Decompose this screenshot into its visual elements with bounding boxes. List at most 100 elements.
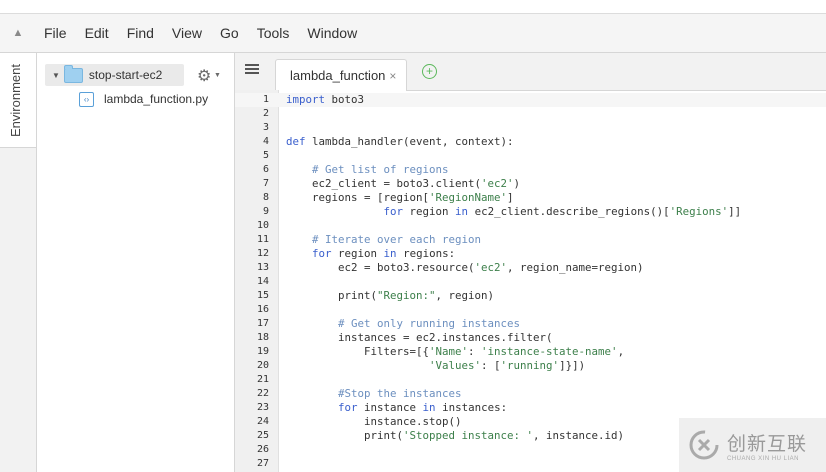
line-code: #Stop the instances (338, 387, 462, 400)
line-number: 11 (256, 234, 269, 245)
code-line[interactable]: 8 regions = [region['RegionName'] (235, 191, 826, 205)
line-code: instances = ec2.instances.filter( (286, 331, 553, 344)
menu-find[interactable]: Find (119, 25, 164, 41)
tab-label: lambda_function (290, 68, 386, 83)
line-number: 12 (256, 248, 269, 259)
line-code: # Iterate over each region (312, 233, 482, 246)
code-line[interactable]: 2 (235, 107, 826, 121)
code-area[interactable]: 1 import boto3 2 3 4 def lambda_handler(event… (235, 90, 826, 472)
line-number: 15 (256, 290, 269, 301)
code-line[interactable]: 14 (235, 275, 826, 289)
watermark-logo: 创新互联 CHUANG XIN HU LIAN (679, 418, 826, 472)
left-panel-bar: Environment (0, 53, 37, 472)
line-number: 4 (262, 136, 269, 147)
line-code: for region in ec2_client.describe_region… (383, 205, 742, 218)
tree-file-item[interactable]: ‹› lambda_function.py (79, 89, 208, 109)
menu-bar: ▲ File Edit Find View Go Tools Window (0, 14, 826, 53)
python-file-icon: ‹› (79, 91, 94, 107)
line-number: 26 (256, 444, 269, 455)
plus-circle-icon[interactable]: + (422, 64, 437, 79)
file-tree: ▼ stop-start-ec2 ⚙ ▼ ‹› lambda_function.… (37, 53, 235, 472)
menu-go[interactable]: Go (212, 25, 249, 41)
line-code: ec2_client = boto3.client('ec2') (286, 177, 521, 190)
code-line[interactable]: 9 for region in ec2_client.describe_regi… (235, 205, 826, 219)
line-code: import boto3 (286, 93, 365, 106)
folder-icon (63, 64, 83, 83)
line-number: 19 (256, 346, 269, 357)
tree-root-label: stop-start-ec2 (88, 68, 163, 82)
line-code: ec2 = boto3.resource('ec2', region_name=… (286, 261, 644, 274)
line-code: # Get list of regions (312, 163, 449, 176)
line-code: print('Stopped instance: ', instance.id) (286, 429, 625, 442)
code-line[interactable]: 15 print("Region:", region) (235, 289, 826, 303)
line-number: 6 (262, 164, 269, 175)
line-code: instance.stop() (286, 415, 462, 428)
code-line[interactable]: 22 #Stop the instances (235, 387, 826, 401)
code-line[interactable]: 11 # Iterate over each region (235, 233, 826, 247)
environment-tab-label: Environment (8, 64, 23, 137)
line-number: 8 (262, 192, 269, 203)
chevron-down-icon[interactable]: ▼ (52, 71, 60, 80)
gear-dropdown-icon[interactable]: ▼ (214, 72, 221, 79)
line-number: 22 (256, 388, 269, 399)
code-line[interactable]: 1 import boto3 (235, 93, 826, 107)
line-number: 14 (256, 276, 269, 287)
code-line[interactable]: 6 # Get list of regions (235, 163, 826, 177)
line-number: 13 (256, 262, 269, 273)
menu-edit[interactable]: Edit (77, 25, 119, 41)
watermark-en-text: CHUANG XIN HU LIAN (727, 455, 800, 462)
code-line[interactable]: 21 (235, 373, 826, 387)
tabs-list-icon[interactable] (245, 64, 259, 76)
line-code: for region in regions: (312, 247, 456, 260)
code-line[interactable]: 13 ec2 = boto3.resource('ec2', region_na… (235, 261, 826, 275)
triangle-up-icon[interactable]: ▲ (0, 27, 36, 39)
code-line[interactable]: 12 for region in regions: (235, 247, 826, 261)
tree-root-folder[interactable]: ▼ stop-start-ec2 (45, 64, 184, 86)
tab-lambda-function[interactable]: lambda_function × (275, 59, 407, 91)
code-line[interactable]: 16 (235, 303, 826, 317)
line-code: for instance in instances: (338, 401, 508, 414)
line-number: 21 (256, 374, 269, 385)
line-number: 9 (262, 206, 269, 217)
code-line[interactable]: 7 ec2_client = boto3.client('ec2') (235, 177, 826, 191)
code-line[interactable]: 3 (235, 121, 826, 135)
menu-file[interactable]: File (36, 25, 77, 41)
code-line[interactable]: 10 (235, 219, 826, 233)
line-number: 5 (262, 150, 269, 161)
line-number: 1 (262, 94, 269, 105)
menu-tools[interactable]: Tools (249, 25, 300, 41)
code-line[interactable]: 19 Filters=[{'Name': 'instance-state-nam… (235, 345, 826, 359)
line-number: 10 (256, 220, 269, 231)
line-number: 3 (262, 122, 269, 133)
line-number: 23 (256, 402, 269, 413)
environment-tab[interactable]: Environment (0, 53, 36, 148)
line-code: 'Values': ['running']}]) (429, 359, 586, 372)
code-line[interactable]: 5 (235, 149, 826, 163)
line-code: print("Region:", region) (286, 289, 495, 302)
window-top-strip (0, 0, 826, 14)
line-number: 16 (256, 304, 269, 315)
line-number: 24 (256, 416, 269, 427)
line-code: # Get only running instances (338, 317, 521, 330)
line-number: 20 (256, 360, 269, 371)
close-icon[interactable]: × (389, 69, 396, 83)
code-line[interactable]: 18 instances = ec2.instances.filter( (235, 331, 826, 345)
code-line[interactable]: 20 'Values': ['running']}]) (235, 359, 826, 373)
code-line[interactable]: 17 # Get only running instances (235, 317, 826, 331)
menu-view[interactable]: View (164, 25, 212, 41)
line-code: def lambda_handler(event, context): (286, 135, 514, 148)
brand-logo-icon (689, 430, 719, 460)
editor-tab-bar: lambda_function × + (235, 53, 826, 91)
line-number: 25 (256, 430, 269, 441)
watermark-cn-text: 创新互联 (727, 433, 808, 455)
code-line[interactable]: 23 for instance in instances: (235, 401, 826, 415)
line-number: 17 (256, 318, 269, 329)
tree-file-label: lambda_function.py (104, 92, 209, 106)
gear-icon[interactable]: ⚙ (197, 66, 211, 86)
menu-window[interactable]: Window (299, 25, 367, 41)
line-number: 18 (256, 332, 269, 343)
line-code: regions = [region['RegionName'] (286, 191, 514, 204)
line-number: 27 (256, 458, 269, 469)
code-line[interactable]: 4 def lambda_handler(event, context): (235, 135, 826, 149)
line-number: 2 (262, 108, 269, 119)
